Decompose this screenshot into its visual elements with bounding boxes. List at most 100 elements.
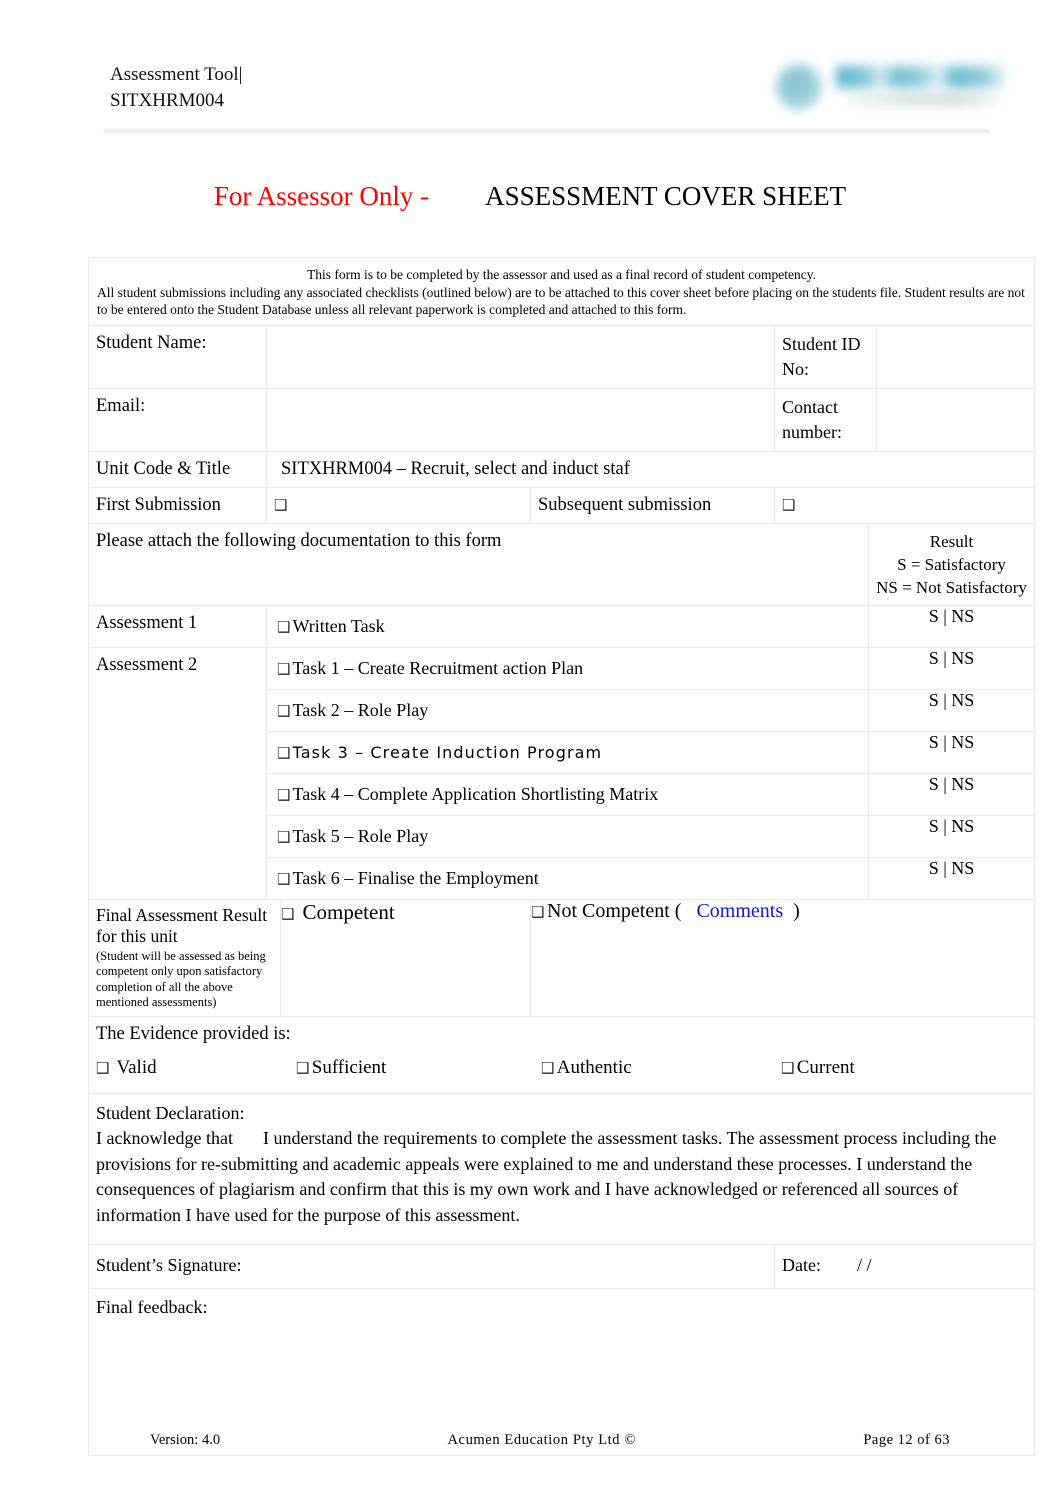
page-title-red: For Assessor Only - [213,181,430,211]
task-5-cell[interactable]: Task 5 – Role Play [266,814,869,858]
declaration-heading: Student Declaration: [96,1102,245,1123]
contact-field[interactable] [876,387,1035,452]
task-6-cell[interactable]: Task 6 – Finalise the Employment [266,856,869,900]
checkbox-icon[interactable] [274,494,285,517]
checkbox-icon[interactable] [277,826,288,848]
table-row: This form is to be completed by the asse… [88,257,1035,326]
evidence-option-valid[interactable]: Valid [96,1057,296,1079]
student-declaration: Student Declaration: I acknowledge that I… [89,1094,1034,1245]
date-cell[interactable]: Date: / / [774,1244,1035,1289]
task-1-result: S | NS [928,647,975,668]
checkbox-icon[interactable] [277,742,288,764]
email-label-cell: Email: [88,387,267,452]
checkbox-icon[interactable] [781,1059,792,1077]
checkbox-icon[interactable] [277,868,288,890]
task-1-result-cell[interactable]: S | NS [868,646,1035,690]
final-result-label-cell: Final Assessment Result for this unit (S… [88,898,281,1017]
final-feedback-cell[interactable]: Final feedback: [88,1288,1035,1456]
task-3-result-cell[interactable]: S | NS [868,730,1035,774]
assessment-2-label-cell: Assessment 2 [88,646,267,900]
table-row: Email: Contact number: [88,387,1035,452]
declaration-cell: Student Declaration: I acknowledge that I… [88,1092,1035,1245]
intro-paragraph: This form is to be completed by the asse… [89,258,1034,325]
evidence-valid-label: Valid [116,1056,157,1078]
unit-code-label: Unit Code & Title [96,458,231,479]
subsequent-submission-checkbox-cell[interactable] [774,486,1035,524]
checkbox-icon[interactable] [541,1059,552,1077]
declaration-body-a: I acknowledge that [96,1128,233,1148]
checkbox-icon[interactable] [782,494,793,517]
task-2-result: S | NS [928,689,975,710]
checkbox-icon[interactable] [296,1059,307,1077]
checkbox-icon[interactable] [277,700,288,722]
date-value: / / [856,1255,872,1275]
evidence-option-sufficient[interactable]: Sufficient [296,1057,541,1079]
contact-label-cell: Contact number: [774,387,877,452]
footer-version: Version: 4.0 [150,1432,221,1448]
final-result-label: Final Assessment Result for this unit [96,904,268,946]
logo-wordmark [836,66,1006,88]
task-3-cell[interactable]: Task 3 – Create Induction Program [266,730,869,774]
student-name-label: Student Name: [96,332,207,353]
task-6-result: S | NS [928,857,975,878]
table-row: The Evidence provided is: Valid Sufficie… [88,1015,1035,1094]
contact-label: Contact number: [782,396,842,442]
logo-circle-mark [776,64,822,110]
evidence-options: Valid Sufficient Authentic Current [89,1047,1034,1093]
intro-line-1: This form is to be completed by the asse… [307,267,816,282]
intro-line-rest: All student submissions including any as… [97,284,1025,318]
declaration-body: I acknowledge that I understand the requi… [96,1126,1026,1228]
student-id-label: Student ID No: [782,333,861,379]
signature-label: Student’s Signature: [96,1255,242,1275]
task-1-cell[interactable]: Task 1 – Create Recruitment action Plan [266,646,869,690]
student-name-field[interactable] [266,324,775,389]
result-header-line1: Result [929,531,974,551]
task-6-result-cell[interactable]: S | NS [868,856,1035,900]
result-header-line2: S = Satisfactory [897,554,1006,574]
document-page: Assessment Tool| SITXHRM004 For Assessor… [0,0,1062,1506]
footer-organisation: Acumen Education Pty Ltd © [447,1432,636,1448]
student-id-field[interactable] [876,324,1035,389]
signature-cell[interactable]: Student’s Signature: [88,1244,775,1289]
unit-code-value-cell: SITXHRM004 – Recruit, select and induct … [266,450,1035,488]
footer-page-number: Page 12 of 63 [863,1432,950,1448]
acumen-education-logo-icon [770,54,1010,126]
checkbox-icon[interactable] [277,784,288,806]
evidence-option-authentic[interactable]: Authentic [541,1057,781,1079]
checkbox-icon[interactable] [96,1059,107,1077]
subsequent-submission-label: Subsequent submission [538,494,712,515]
task-4-result-cell[interactable]: S | NS [868,772,1035,816]
not-competent-option[interactable]: Not Competent ( Comments ) [530,898,1035,1017]
table-row: Please attach the following documentatio… [88,522,1035,606]
task-5-result-cell[interactable]: S | NS [868,814,1035,858]
task-2-result-cell[interactable]: S | NS [868,688,1035,732]
evidence-option-current[interactable]: Current [781,1057,855,1079]
first-submission-label-cell: First Submission [88,486,267,524]
task-3-label: Task 3 – Create Induction Program [292,742,603,762]
first-submission-label: First Submission [96,494,221,515]
evidence-sufficient-label: Sufficient [311,1056,387,1078]
task-2-cell[interactable]: Task 2 – Role Play [266,688,869,732]
comments-link[interactable]: Comments [696,900,783,922]
assessment-1-item-cell[interactable]: Written Task [266,604,869,648]
competent-option[interactable]: Competent [280,898,531,1017]
page-header: Assessment Tool| SITXHRM004 [104,62,1006,133]
email-field[interactable] [266,387,775,452]
unit-code-value: SITXHRM004 – Recruit, select and induct … [281,458,630,479]
student-id-value [877,326,1034,338]
table-row: Student Declaration: I acknowledge that I… [88,1092,1035,1245]
task-4-result: S | NS [928,773,975,794]
first-submission-checkbox-cell[interactable] [266,486,531,524]
task-5-result: S | NS [928,815,975,836]
task-4-label: Task 4 – Complete Application Shortlisti… [292,783,659,804]
task-4-cell[interactable]: Task 4 – Complete Application Shortlisti… [266,772,869,816]
checkbox-icon[interactable] [277,616,288,638]
checkbox-icon[interactable] [531,903,542,921]
assessment-1-result-cell[interactable]: S | NS [868,604,1035,648]
checkbox-icon[interactable] [281,905,292,923]
checkbox-icon[interactable] [277,658,288,680]
table-row: Final feedback: [88,1288,1035,1456]
assessment-1-label: Assessment 1 [96,612,198,633]
final-feedback-label: Final feedback: [96,1297,208,1317]
contact-value [877,389,1034,401]
